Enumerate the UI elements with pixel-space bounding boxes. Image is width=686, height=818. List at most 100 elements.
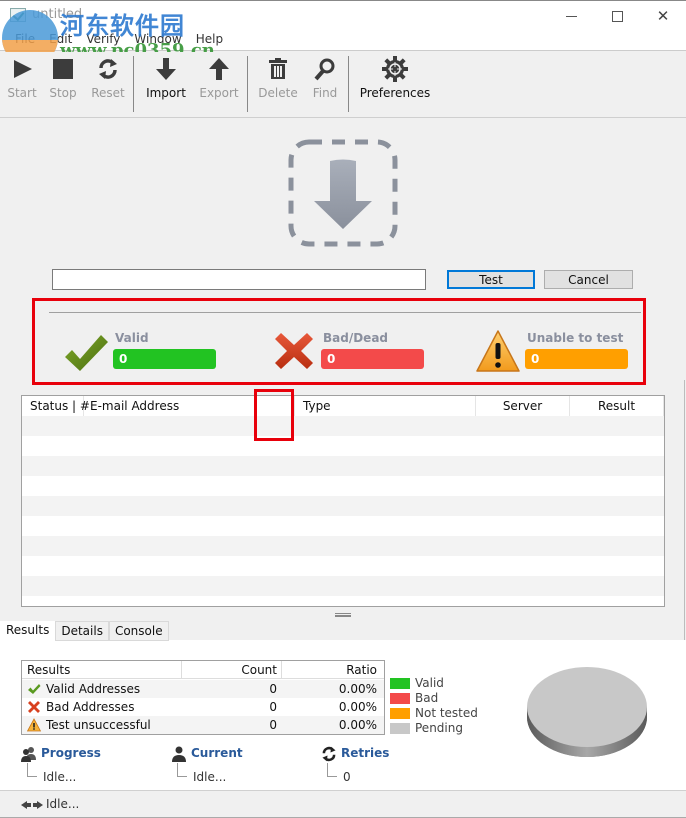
results-label: Test unsuccessful <box>46 718 151 732</box>
stat-bad-label: Bad/Dead <box>323 331 389 345</box>
col-count: Count <box>241 663 277 677</box>
tree-connector <box>27 763 37 777</box>
splitter-handle[interactable] <box>335 613 351 617</box>
stat-bad: Bad/Dead 0 <box>271 325 431 375</box>
watermark-site-name: 河东软件园 <box>60 11 185 40</box>
reset-button[interactable]: Reset <box>89 52 127 112</box>
import-button[interactable]: Import <box>144 52 188 112</box>
trash-icon <box>267 52 289 86</box>
chart-legend: Valid Bad Not tested Pending <box>390 676 478 736</box>
results-count: 0 <box>269 718 277 732</box>
annotation-highlight <box>254 389 294 441</box>
find-button[interactable]: Find <box>309 52 341 112</box>
toolbar-separator <box>133 56 134 112</box>
results-ratio: 0.00% <box>338 682 377 696</box>
results-count: 0 <box>269 682 277 696</box>
minimize-button[interactable] <box>548 1 594 31</box>
close-icon: ✕ <box>656 7 670 25</box>
stat-valid-label: Valid <box>115 331 149 345</box>
legend-label: Bad <box>415 691 439 705</box>
info-progress: Progress Idle... <box>21 746 161 786</box>
start-button[interactable]: Start <box>4 52 40 112</box>
status-bar: Idle... <box>0 790 686 818</box>
delete-label: Delete <box>258 86 298 100</box>
arrow-down-icon <box>155 52 177 86</box>
gear-icon <box>381 52 409 86</box>
drop-download-icon <box>288 139 398 247</box>
legend-swatch <box>390 693 410 704</box>
refresh-icon <box>97 52 119 86</box>
drop-zone[interactable] <box>288 139 398 247</box>
info-current: Current Idle... <box>171 746 311 786</box>
status-text: Idle... <box>46 797 80 811</box>
export-button[interactable]: Export <box>198 52 240 112</box>
start-label: Start <box>7 86 37 100</box>
email-input[interactable] <box>52 269 426 290</box>
results-table: Results Count Ratio Valid Addresses 0 0.… <box>21 660 385 735</box>
tab-details[interactable]: Details <box>55 621 109 641</box>
results-row-bad: Bad Addresses 0 0.00% <box>22 698 384 716</box>
col-results: Results <box>27 663 71 677</box>
toolbar-separator <box>348 56 349 112</box>
preferences-label: Preferences <box>359 86 431 100</box>
test-button[interactable]: Test <box>447 270 535 289</box>
cancel-button[interactable]: Cancel <box>544 270 633 289</box>
col-result[interactable]: Result <box>570 396 664 416</box>
results-row-valid: Valid Addresses 0 0.00% <box>22 680 384 698</box>
email-table[interactable]: Status | # E-mail Address Type Server Re… <box>21 395 665 607</box>
results-ratio: 0.00% <box>338 718 377 732</box>
find-label: Find <box>312 86 338 100</box>
refresh-icon <box>322 746 336 762</box>
table-row <box>22 476 664 496</box>
legend-item-valid: Valid <box>390 676 478 691</box>
preferences-button[interactable]: Preferences <box>358 52 432 112</box>
table-row <box>22 496 664 516</box>
progress-value: Idle... <box>43 770 77 784</box>
results-count: 0 <box>269 700 277 714</box>
col-type[interactable]: Type <box>295 396 476 416</box>
legend-swatch <box>390 678 410 689</box>
table-row <box>22 516 664 536</box>
pie-slice-pending <box>527 667 647 747</box>
delete-button[interactable]: Delete <box>257 52 299 112</box>
x-icon <box>275 333 313 369</box>
results-table-header: Results Count Ratio <box>22 661 384 679</box>
stop-label: Stop <box>49 86 77 100</box>
stop-button[interactable]: Stop <box>46 52 80 112</box>
current-title: Current <box>191 746 243 760</box>
reset-label: Reset <box>91 86 125 100</box>
tab-results[interactable]: Results <box>0 621 56 641</box>
legend-label: Pending <box>415 721 463 735</box>
toolbar-separator <box>247 56 248 112</box>
maximize-button[interactable] <box>594 1 640 31</box>
table-row <box>22 456 664 476</box>
warning-icon <box>27 718 41 732</box>
results-label: Bad Addresses <box>46 700 135 714</box>
stat-unable-label: Unable to test <box>527 331 624 345</box>
legend-swatch <box>390 708 410 719</box>
tree-connector <box>327 763 337 777</box>
play-icon <box>11 52 33 86</box>
retries-value: 0 <box>343 770 351 784</box>
table-row <box>22 576 664 596</box>
col-status[interactable]: Status | # <box>22 396 90 416</box>
stat-valid-value: 0 <box>113 349 216 369</box>
check-icon <box>28 684 41 694</box>
table-row <box>22 536 664 556</box>
tab-console[interactable]: Console <box>108 621 169 641</box>
x-icon <box>28 701 40 713</box>
results-pie-chart <box>527 667 647 757</box>
minimize-icon <box>565 15 577 17</box>
table-header: Status | # E-mail Address Type Server Re… <box>22 396 664 416</box>
tab-bar: Results Details Console <box>0 621 169 641</box>
stat-unable-value: 0 <box>525 349 628 369</box>
check-icon <box>65 335 108 371</box>
magnifier-icon <box>314 52 336 86</box>
col-server[interactable]: Server <box>476 396 570 416</box>
results-row-unsuccessful: Test unsuccessful 0 0.00% <box>22 716 384 734</box>
stats-divider <box>49 312 641 313</box>
current-value: Idle... <box>193 770 227 784</box>
close-button[interactable]: ✕ <box>640 1 686 31</box>
table-row <box>22 556 664 576</box>
stat-bad-value: 0 <box>321 349 424 369</box>
